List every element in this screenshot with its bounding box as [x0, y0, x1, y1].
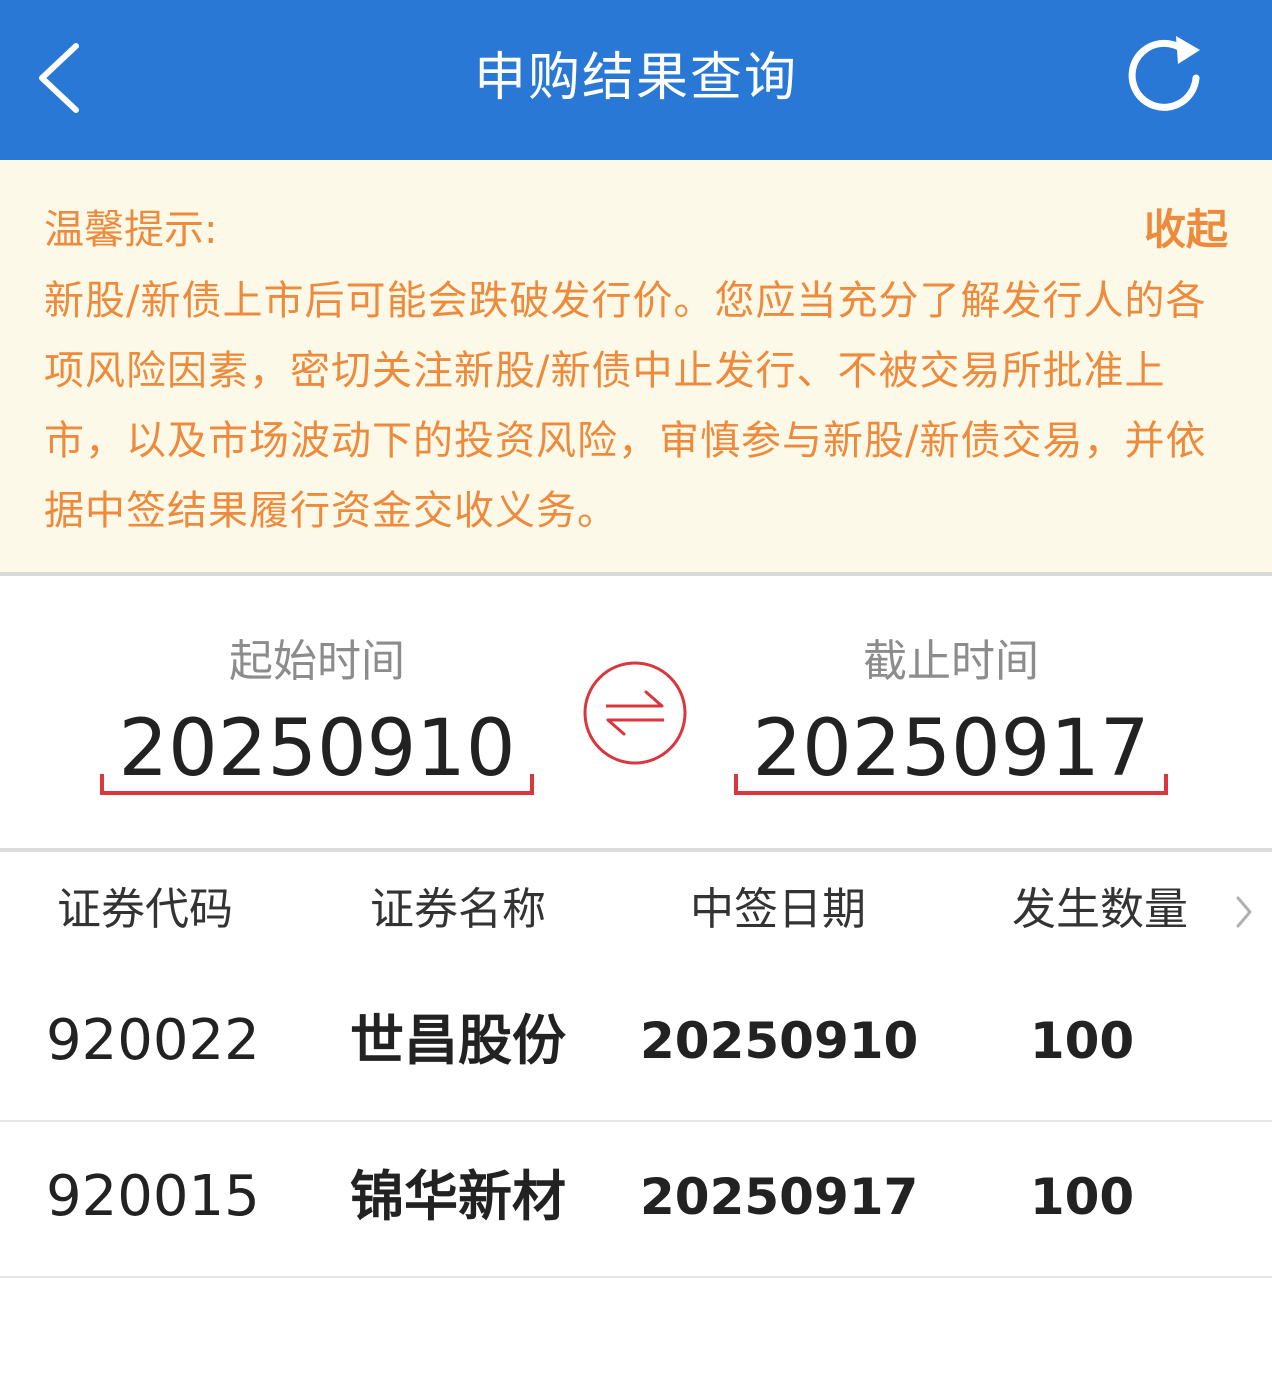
allotment-date: 20250917	[640, 1168, 919, 1226]
row-divider	[0, 1276, 1272, 1278]
security-code: 920022	[46, 1008, 260, 1073]
date-range-selector: 起始时间 20250910 截止时间 20250917	[0, 576, 1272, 850]
end-date-label: 截止时间	[863, 636, 1039, 687]
start-date-field[interactable]: 起始时间 20250910	[100, 576, 534, 850]
security-name: 世昌股份	[350, 1009, 566, 1072]
security-name: 锦华新材	[350, 1165, 566, 1228]
refresh-icon	[1128, 36, 1200, 111]
back-button[interactable]	[22, 30, 102, 126]
quantity: 100	[1029, 1168, 1135, 1226]
column-header-name: 证券名称	[370, 884, 546, 935]
refresh-button[interactable]	[1118, 30, 1210, 126]
table-row[interactable]: 920015 锦华新材 20250917 100	[0, 1122, 1272, 1278]
start-date-label: 起始时间	[229, 636, 405, 687]
collapse-button[interactable]: 收起	[1144, 202, 1228, 258]
swap-arrows-icon	[583, 661, 687, 765]
start-date-underline	[100, 774, 534, 795]
swap-dates-button[interactable]	[582, 660, 688, 766]
column-header-code: 证券代码	[57, 884, 233, 935]
notice-title: 温馨提示:	[44, 207, 218, 253]
risk-notice-panel: 温馨提示: 收起 新股/新债上市后可能会跌破发行价。您应当充分了解发行人的各项风…	[0, 160, 1272, 574]
end-date-field[interactable]: 截止时间 20250917	[734, 576, 1168, 850]
allotment-date: 20250910	[640, 1012, 919, 1070]
quantity: 100	[1029, 1012, 1135, 1070]
chevron-left-icon	[39, 43, 79, 113]
security-code: 920015	[46, 1164, 260, 1229]
notice-body: 新股/新债上市后可能会跌破发行价。您应当充分了解发行人的各项风险因素，密切关注新…	[44, 278, 1207, 534]
page-title: 申购结果查询	[473, 48, 798, 108]
column-header-date: 中签日期	[690, 884, 866, 935]
app-header: 申购结果查询	[0, 0, 1272, 160]
table-header: 证券代码 证券名称 中签日期 发生数量	[0, 852, 1272, 970]
column-header-qty: 发生数量	[1012, 884, 1188, 935]
chevron-right-icon[interactable]	[1228, 892, 1258, 932]
table-row[interactable]: 920022 世昌股份 20250910 100	[0, 966, 1272, 1122]
end-date-underline	[734, 774, 1168, 795]
